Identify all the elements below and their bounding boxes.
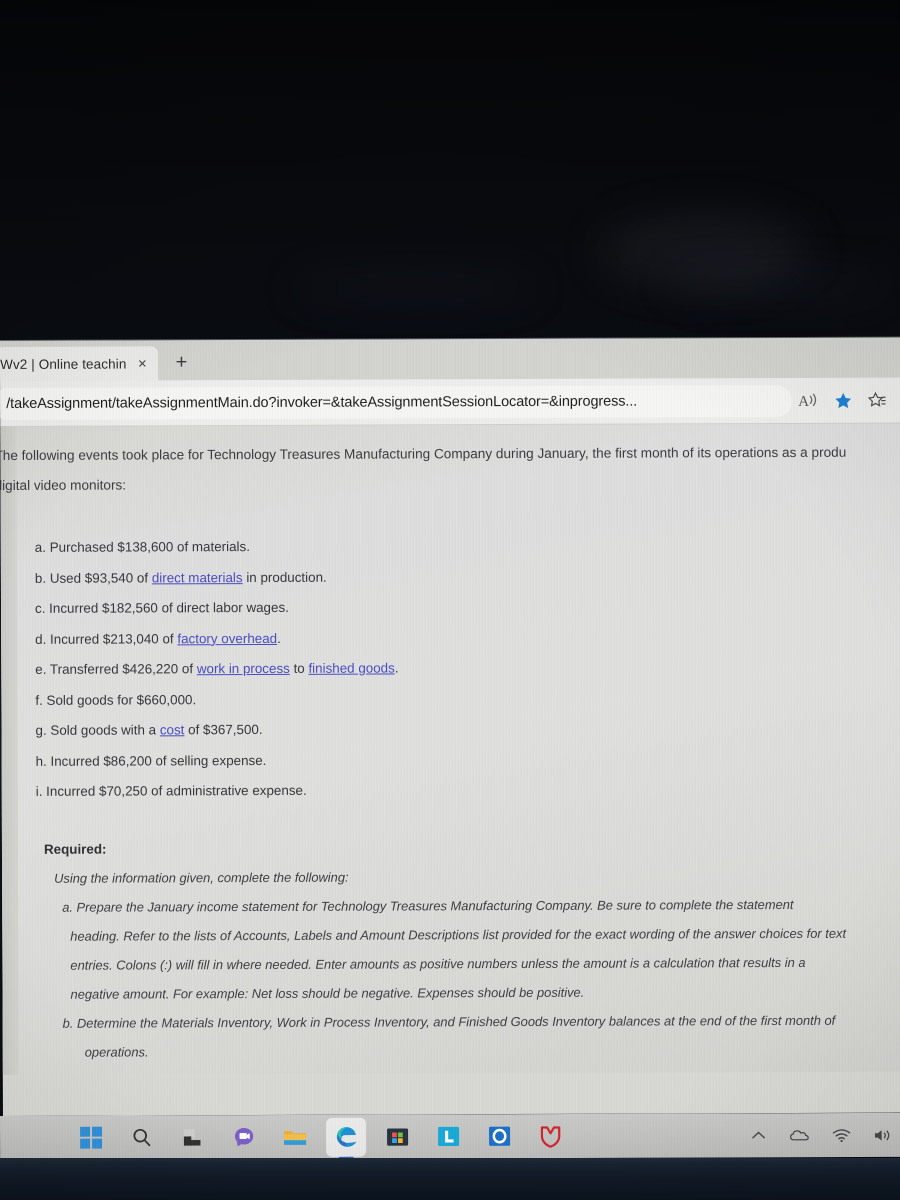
required-item-a-line-4: negative amount. For example: Net loss s… bbox=[70, 984, 585, 1002]
list-item: b. Used $93,540 of direct materials in p… bbox=[35, 560, 891, 594]
browser-window: Wv2 | Online teachin × + /takeAssignment… bbox=[0, 337, 900, 1116]
tab-title: Wv2 | Online teachin bbox=[0, 356, 127, 372]
url-text: /takeAssignment/takeAssignmentMain.do?in… bbox=[6, 393, 638, 412]
required-section: Required: Using the information given, c… bbox=[44, 832, 893, 1066]
required-heading: Required: bbox=[43, 841, 107, 857]
glossary-link-cost[interactable]: cost bbox=[160, 722, 185, 737]
app-l-icon[interactable] bbox=[435, 1123, 461, 1149]
list-item: g. Sold goods with a cost of $367,500. bbox=[35, 713, 891, 747]
list-item: a. Purchased $138,600 of materials. bbox=[35, 530, 891, 564]
intro-paragraph-line-2: digital video monitors: bbox=[0, 477, 127, 494]
required-item-b-line-1: b. Determine the Materials Inventory, Wo… bbox=[62, 1012, 836, 1031]
event-text: g. Sold goods with a bbox=[35, 722, 160, 738]
microsoft-store-icon[interactable] bbox=[384, 1124, 410, 1150]
event-text: . bbox=[394, 660, 399, 676]
glossary-link-direct-materials[interactable]: direct materials bbox=[152, 570, 243, 585]
tab-online-teaching[interactable]: Wv2 | Online teachin × bbox=[0, 346, 159, 382]
monitor-bottom-bezel bbox=[0, 1158, 900, 1200]
address-bar-input[interactable]: /takeAssignment/takeAssignmentMain.do?in… bbox=[0, 384, 793, 420]
event-text: in production. bbox=[242, 569, 327, 585]
required-item-a-line-1: a. Prepare the January income statement … bbox=[62, 896, 794, 915]
event-text: i. Incurred $70,250 of administrative ex… bbox=[35, 782, 307, 799]
intro-paragraph-line-1: The following events took place for Tech… bbox=[0, 444, 847, 464]
event-text: c. Incurred $182,560 of direct labor wag… bbox=[34, 599, 289, 616]
windows-taskbar bbox=[0, 1112, 900, 1160]
glossary-link-factory-overhead[interactable]: factory overhead bbox=[177, 630, 277, 645]
event-text: f. Sold goods for $660,000. bbox=[35, 691, 197, 708]
address-bar-row: /takeAssignment/takeAssignmentMain.do?in… bbox=[0, 377, 900, 427]
file-explorer-icon[interactable] bbox=[282, 1124, 308, 1150]
event-text: . bbox=[277, 630, 281, 646]
read-aloud-icon[interactable]: A bbox=[792, 384, 826, 416]
new-tab-button[interactable]: + bbox=[164, 347, 198, 377]
screen-glare bbox=[285, 275, 545, 301]
screen-glare bbox=[660, 272, 900, 296]
tab-strip: Wv2 | Online teachin × + bbox=[0, 337, 900, 382]
list-item: c. Incurred $182,560 of direct labor wag… bbox=[35, 591, 891, 625]
photographed-monitor: Wv2 | Online teachin × + /takeAssignment… bbox=[0, 0, 900, 1200]
event-text: to bbox=[289, 660, 309, 676]
event-text: of $367,500. bbox=[184, 721, 263, 738]
list-item: i. Incurred $70,250 of administrative ex… bbox=[36, 774, 892, 808]
event-text: h. Incurred $86,200 of selling expense. bbox=[35, 752, 267, 769]
list-item: e. Transferred $426,220 of work in proce… bbox=[35, 652, 891, 686]
glossary-link-finished-goods[interactable]: finished goods bbox=[308, 660, 394, 675]
event-text: a. Purchased $138,600 of materials. bbox=[34, 539, 250, 555]
system-tray bbox=[750, 1127, 892, 1142]
onedrive-cloud-icon[interactable] bbox=[789, 1128, 810, 1142]
show-hidden-icons-chevron-icon[interactable] bbox=[750, 1128, 767, 1142]
required-item-a-line-3: entries. Colons (:) will fill in where n… bbox=[70, 954, 806, 973]
required-intro: Using the information given, complete th… bbox=[54, 869, 349, 886]
page-content-area: The following events took place for Tech… bbox=[0, 423, 900, 1075]
wifi-icon[interactable] bbox=[832, 1128, 851, 1143]
start-windows-icon[interactable] bbox=[78, 1125, 104, 1151]
required-item-a-line-2: heading. Refer to the lists of Accounts,… bbox=[70, 925, 847, 944]
outlook-icon[interactable] bbox=[486, 1123, 512, 1149]
event-text: b. Used $93,540 of bbox=[34, 569, 152, 586]
event-text: d. Incurred $213,040 of bbox=[35, 630, 178, 647]
list-item: d. Incurred $213,040 of factory overhead… bbox=[35, 621, 891, 655]
event-text: e. Transferred $426,220 of bbox=[35, 661, 197, 677]
glossary-link-work-in-process[interactable]: work in process bbox=[197, 661, 290, 676]
chat-teams-icon[interactable] bbox=[231, 1124, 257, 1150]
list-item: f. Sold goods for $660,000. bbox=[35, 682, 891, 716]
volume-icon[interactable] bbox=[873, 1127, 892, 1142]
screen-glare bbox=[600, 215, 810, 285]
task-view-icon[interactable] bbox=[180, 1124, 206, 1150]
mcafee-shield-icon[interactable] bbox=[537, 1123, 563, 1149]
search-icon[interactable] bbox=[129, 1124, 155, 1150]
close-icon[interactable]: × bbox=[134, 355, 150, 372]
svg-text:A: A bbox=[798, 393, 809, 409]
favorite-star-icon[interactable] bbox=[826, 384, 860, 416]
collections-icon[interactable] bbox=[860, 384, 894, 416]
edge-browser-icon[interactable] bbox=[333, 1124, 359, 1159]
assignment-content: The following events took place for Tech… bbox=[0, 424, 900, 1067]
events-list: a. Purchased $138,600 of materials. b. U… bbox=[35, 530, 892, 808]
required-item-b-line-2: operations. bbox=[84, 1043, 149, 1060]
list-item: h. Incurred $86,200 of selling expense. bbox=[36, 743, 892, 777]
